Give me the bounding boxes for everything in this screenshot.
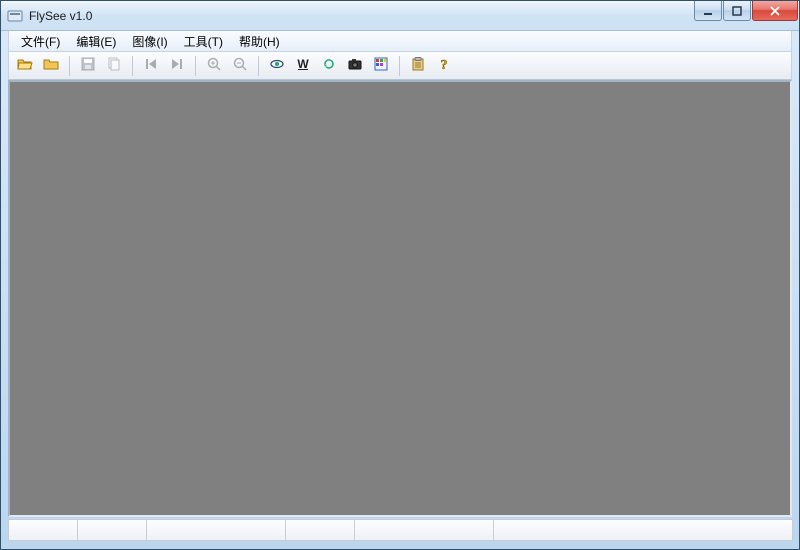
window-title: FlySee v1.0	[29, 9, 693, 23]
titlebar: FlySee v1.0	[1, 1, 799, 31]
copy-icon	[106, 56, 122, 75]
status-pane-5	[354, 519, 494, 541]
zoom-out-button[interactable]	[228, 54, 252, 78]
status-pane-6	[493, 519, 793, 541]
toolbar-separator	[195, 56, 196, 76]
status-pane-1	[8, 519, 78, 541]
grid-icon	[373, 56, 389, 75]
next-button[interactable]	[165, 54, 189, 78]
clipboard-icon	[410, 56, 426, 75]
app-icon	[7, 8, 23, 24]
view-button[interactable]	[265, 54, 289, 78]
toolbar-separator	[69, 56, 70, 76]
save-icon	[80, 56, 96, 75]
help-button[interactable]: ?	[432, 54, 456, 78]
toolbar-separator	[258, 56, 259, 76]
arrow-prev-icon	[143, 56, 159, 75]
toolbar-separator	[399, 56, 400, 76]
menubar: 文件(F) 编辑(E) 图像(I) 工具(T) 帮助(H)	[8, 31, 792, 52]
app-window: FlySee v1.0 文件(F) 编辑(E) 图像(I) 工具(T) 帮助(H…	[0, 0, 800, 550]
camera-icon	[347, 56, 363, 75]
toolbar-separator	[132, 56, 133, 76]
folder-open-icon	[17, 56, 33, 75]
copy-button[interactable]	[102, 54, 126, 78]
svg-text:W: W	[297, 57, 309, 71]
menu-file[interactable]: 文件(F)	[13, 31, 68, 52]
maximize-button[interactable]	[723, 1, 751, 21]
help-icon: ?	[436, 56, 452, 75]
w-icon: W	[295, 56, 311, 75]
window-frame: 文件(F) 编辑(E) 图像(I) 工具(T) 帮助(H)	[1, 31, 799, 549]
svg-text:?: ?	[441, 58, 448, 72]
zoom-in-icon	[206, 56, 222, 75]
status-pane-2	[77, 519, 147, 541]
grid-button[interactable]	[369, 54, 393, 78]
statusbar	[8, 519, 792, 543]
camera-button[interactable]	[343, 54, 367, 78]
zoom-out-icon	[232, 56, 248, 75]
rotate-icon	[321, 56, 337, 75]
zoom-in-button[interactable]	[202, 54, 226, 78]
status-pane-4	[285, 519, 355, 541]
folder-icon	[43, 56, 59, 75]
minimize-button[interactable]	[694, 1, 722, 21]
status-pane-3	[146, 519, 286, 541]
canvas-area	[8, 80, 792, 517]
arrow-next-icon	[169, 56, 185, 75]
rotate-button[interactable]	[317, 54, 341, 78]
menu-image[interactable]: 图像(I)	[124, 31, 175, 52]
open-button[interactable]	[13, 54, 37, 78]
menu-tools[interactable]: 工具(T)	[176, 31, 231, 52]
toolbar: W ?	[8, 52, 792, 80]
wide-button[interactable]: W	[291, 54, 315, 78]
window-buttons	[693, 1, 799, 21]
prev-button[interactable]	[139, 54, 163, 78]
paste-button[interactable]	[406, 54, 430, 78]
save-button[interactable]	[76, 54, 100, 78]
menu-edit[interactable]: 编辑(E)	[68, 31, 124, 52]
open-folder-button[interactable]	[39, 54, 63, 78]
menu-help[interactable]: 帮助(H)	[231, 31, 288, 52]
close-button[interactable]	[752, 1, 798, 21]
eye-icon	[269, 56, 285, 75]
